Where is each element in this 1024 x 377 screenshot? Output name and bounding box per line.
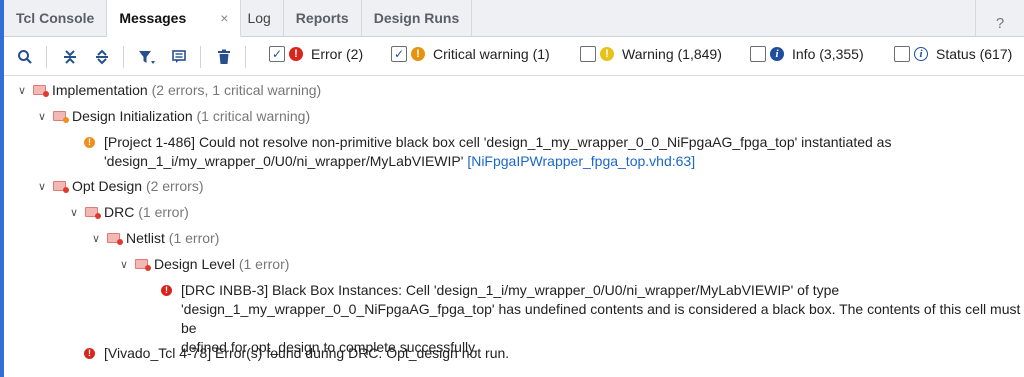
filter-label: Critical warning (1)	[433, 46, 550, 62]
checkbox[interactable]	[580, 46, 596, 62]
toolbar-separator	[46, 45, 47, 68]
message-line: [DRC INBB-3] Black Box Instances: Cell '…	[181, 282, 840, 298]
folder-error-icon	[85, 207, 101, 219]
node-label: Netlist	[126, 230, 165, 246]
checkbox[interactable]	[894, 46, 910, 62]
tab-label: Reports	[295, 10, 349, 26]
info-icon: i	[770, 47, 784, 61]
error-icon: !	[289, 47, 303, 61]
node-count: (2 errors, 1 critical warning)	[151, 82, 322, 98]
delete-icon[interactable]	[209, 43, 239, 71]
chevron-down-icon[interactable]: ∨	[117, 258, 131, 271]
node-label: Design Initialization	[72, 108, 193, 124]
expand-all-icon[interactable]	[87, 43, 117, 71]
filter-label: Info (3,355)	[792, 46, 864, 62]
node-label: Opt Design	[72, 178, 143, 194]
tab-bar-spacer	[472, 0, 976, 36]
node-count: (2 errors)	[145, 178, 204, 194]
search-icon[interactable]	[10, 43, 40, 71]
error-icon: !	[161, 285, 172, 296]
toolbar-separator	[245, 45, 246, 68]
tab-label: Design Runs	[373, 10, 460, 26]
filter-label: Warning (1,849)	[622, 46, 722, 62]
messages-toolbar: ✓ ! Error (2) ✓ ! Critical warning (1) !…	[4, 38, 1024, 76]
chevron-down-icon[interactable]: ∨	[67, 206, 81, 219]
tree-node-design-initialization[interactable]: ∨ Design Initialization (1 critical warn…	[35, 108, 310, 124]
folder-error-icon	[107, 233, 123, 245]
chevron-down-icon[interactable]: ∨	[35, 180, 49, 193]
folder-error-icon	[33, 85, 49, 97]
node-count: (1 error)	[138, 204, 189, 220]
node-label: DRC	[104, 204, 135, 220]
message-error[interactable]: ! [Vivado_Tcl 4-78] Error(s) found durin…	[84, 344, 1014, 363]
help-icon[interactable]: ?	[976, 0, 1024, 36]
filter-info[interactable]: i Info (3,355)	[750, 46, 864, 62]
filter-label: Status (617)	[936, 46, 1013, 62]
message-line: [Project 1-486] Could not resolve non-pr…	[104, 134, 892, 150]
filter-label: Error (2)	[311, 46, 364, 62]
error-icon: !	[84, 348, 95, 359]
tree-node-netlist[interactable]: ∨ Netlist (1 error)	[89, 230, 219, 246]
tab-bar: Tcl Console Messages × Log Reports Desig…	[4, 0, 1024, 37]
tab-reports[interactable]: Reports	[284, 0, 362, 36]
chevron-down-icon[interactable]: ∨	[89, 232, 103, 245]
folder-warning-icon	[53, 111, 69, 123]
checkbox[interactable]: ✓	[391, 46, 407, 62]
filter-warning[interactable]: ! Warning (1,849)	[580, 46, 722, 62]
tab-label: Log	[247, 10, 271, 26]
tab-design-runs[interactable]: Design Runs	[362, 0, 473, 36]
close-icon[interactable]: ×	[220, 10, 228, 26]
tab-tcl-console[interactable]: Tcl Console	[4, 0, 108, 36]
status-icon: i	[914, 47, 928, 61]
message-line: [Vivado_Tcl 4-78] Error(s) found during …	[104, 345, 510, 361]
tab-label: Tcl Console	[16, 10, 95, 26]
folder-error-icon	[53, 181, 69, 193]
tab-label: Messages	[119, 10, 187, 26]
folder-error-icon	[135, 259, 151, 271]
tree-node-drc[interactable]: ∨ DRC (1 error)	[67, 204, 189, 220]
node-count: (1 error)	[238, 256, 290, 272]
node-label: Design Level	[154, 256, 235, 272]
critical-warning-icon: !	[411, 47, 425, 61]
toolbar-separator	[200, 45, 201, 68]
warning-icon: !	[600, 47, 614, 61]
filter-icon[interactable]	[132, 43, 162, 71]
checkbox[interactable]: ✓	[269, 46, 285, 62]
tree-node-opt-design[interactable]: ∨ Opt Design (2 errors)	[35, 178, 204, 194]
message-critical-warning[interactable]: ! [Project 1-486] Could not resolve non-…	[84, 133, 1014, 171]
tab-log[interactable]: Log	[241, 0, 284, 36]
tree-node-design-level[interactable]: ∨ Design Level (1 error)	[117, 256, 289, 272]
filter-status[interactable]: i Status (617)	[894, 46, 1012, 62]
checkbox[interactable]	[750, 46, 766, 62]
toolbar-separator	[123, 45, 124, 68]
critical-warning-icon: !	[84, 137, 95, 148]
chevron-down-icon[interactable]: ∨	[35, 110, 49, 123]
tree-node-implementation[interactable]: ∨ Implementation (2 errors, 1 critical w…	[15, 82, 321, 98]
node-count: (1 error)	[168, 230, 220, 246]
node-label: Implementation	[52, 82, 148, 98]
source-link[interactable]: [NiFpgaIPWrapper_fpga_top.vhd:63]	[467, 153, 695, 169]
message-line: 'design_1_i/my_wrapper_0/U0/ni_wrapper/M…	[104, 153, 464, 169]
node-count: (1 critical warning)	[196, 108, 311, 124]
collapse-all-icon[interactable]	[55, 43, 85, 71]
tab-messages[interactable]: Messages ×	[107, 0, 242, 37]
filter-error[interactable]: ✓ ! Error (2)	[269, 46, 363, 62]
chevron-down-icon[interactable]: ∨	[15, 84, 29, 97]
filter-critical-warning[interactable]: ✓ ! Critical warning (1)	[391, 46, 550, 62]
message-line: 'design_1_my_wrapper_0_0_NiFpgaAG_fpga_t…	[181, 301, 1021, 336]
message-icon[interactable]	[164, 43, 194, 71]
